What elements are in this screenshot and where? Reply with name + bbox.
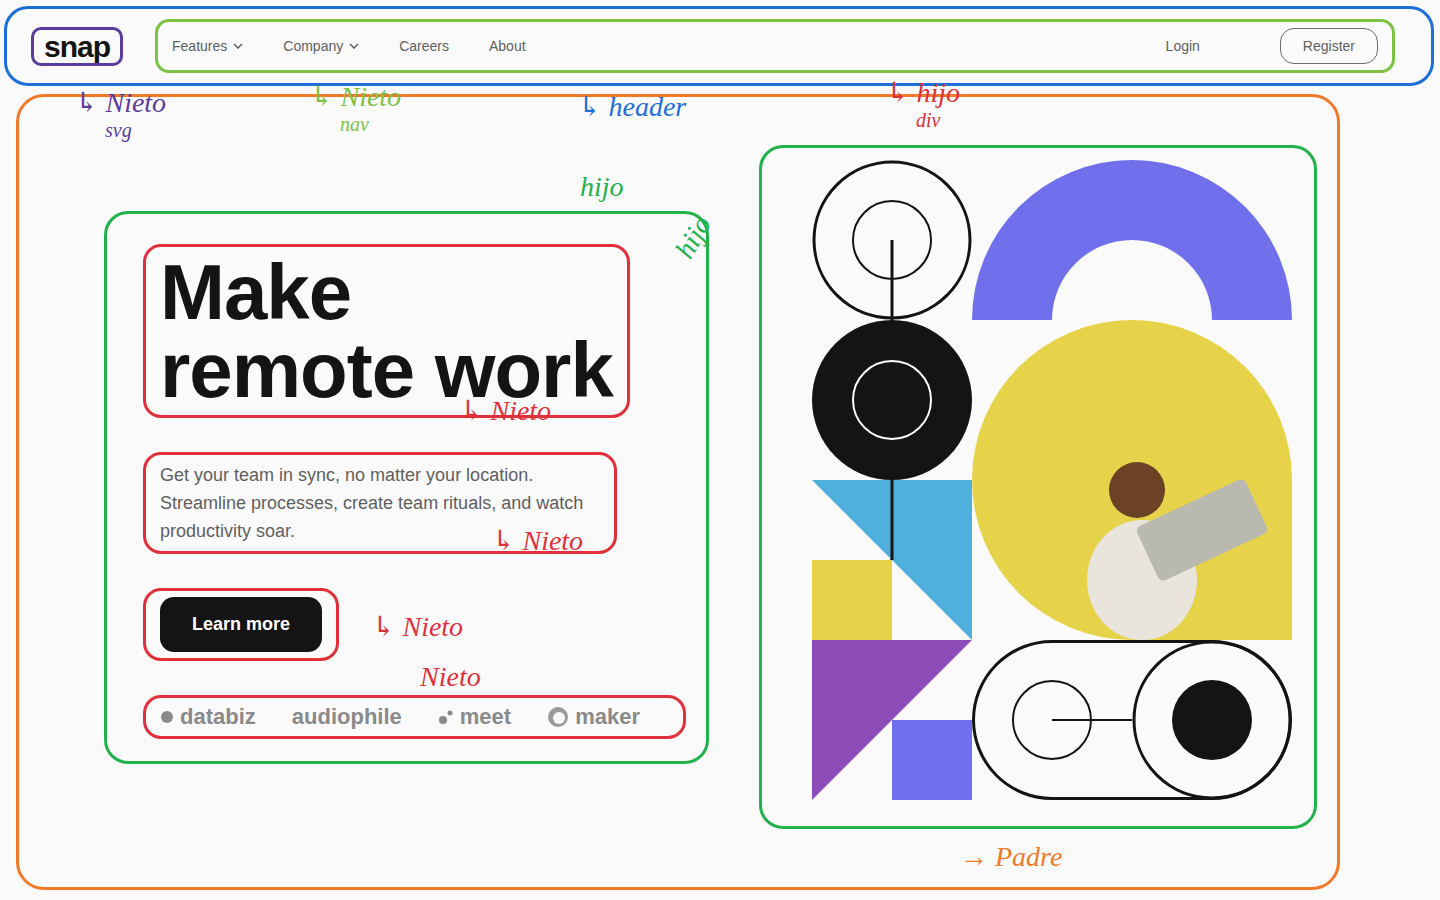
annotation-label: → Padre xyxy=(960,842,1062,873)
annotation-label: hijo xyxy=(670,211,718,264)
nav: Features Company Careers About Login Register xyxy=(155,19,1395,73)
annotation-label: hijo xyxy=(580,172,624,203)
arch-shape xyxy=(972,160,1292,320)
annotation-label: ↳ header xyxy=(578,92,686,123)
hero-text: Makeremote workGet your team in sync, no… xyxy=(104,211,709,764)
annotation-label: Nieto xyxy=(420,662,481,693)
register-button[interactable]: Register xyxy=(1280,28,1378,64)
page: snap Features Company Careers About Login Regi… xyxy=(0,0,1440,900)
nav-item[interactable]: Company xyxy=(283,38,359,54)
hero-illustration xyxy=(812,160,1292,800)
purple-triangle-shape xyxy=(812,640,972,800)
nav-item[interactable]: Features xyxy=(172,38,243,54)
nav-item[interactable]: Careers xyxy=(399,38,449,54)
annotation-label: ↳ Nietonav xyxy=(310,82,401,135)
maker-icon xyxy=(547,706,569,728)
client-logo: maker xyxy=(547,704,640,730)
main: Makeremote workGet your team in sync, no… xyxy=(16,94,1340,890)
login-link[interactable]: Login xyxy=(1166,38,1200,54)
annotation-label: ↳ Nieto xyxy=(460,396,551,427)
pill-shape xyxy=(974,642,1291,799)
nav-item[interactable]: About xyxy=(489,38,526,54)
hero-image xyxy=(759,145,1317,829)
annotation-label: ↳ Nieto xyxy=(492,526,583,557)
header: snap Features Company Careers About Login Regi… xyxy=(4,6,1434,86)
black-circle-shape xyxy=(812,320,972,480)
annotation-label: ↳ hijodiv xyxy=(886,78,960,131)
photo xyxy=(972,320,1292,640)
annotation-label: ↳ Nieto xyxy=(372,612,463,643)
violet-square-shape xyxy=(892,720,972,800)
yellow-square-shape xyxy=(812,560,892,640)
client-logos: databiz audiophile meet maker xyxy=(160,704,669,730)
client-logo: meet xyxy=(438,704,511,730)
blue-triangle-shape xyxy=(812,480,972,640)
chevron-down-icon xyxy=(349,43,359,49)
hero-title: Makeremote work xyxy=(160,253,613,409)
meet-icon xyxy=(438,709,454,725)
databiz-icon xyxy=(160,710,174,724)
chevron-down-icon xyxy=(233,43,243,49)
annotation-label: ↳ Nietosvg xyxy=(75,88,166,141)
client-logo: databiz xyxy=(160,704,256,730)
client-logo: audiophile xyxy=(292,704,402,730)
logo[interactable]: snap xyxy=(31,27,123,66)
learn-more-button[interactable]: Learn more xyxy=(160,597,322,652)
